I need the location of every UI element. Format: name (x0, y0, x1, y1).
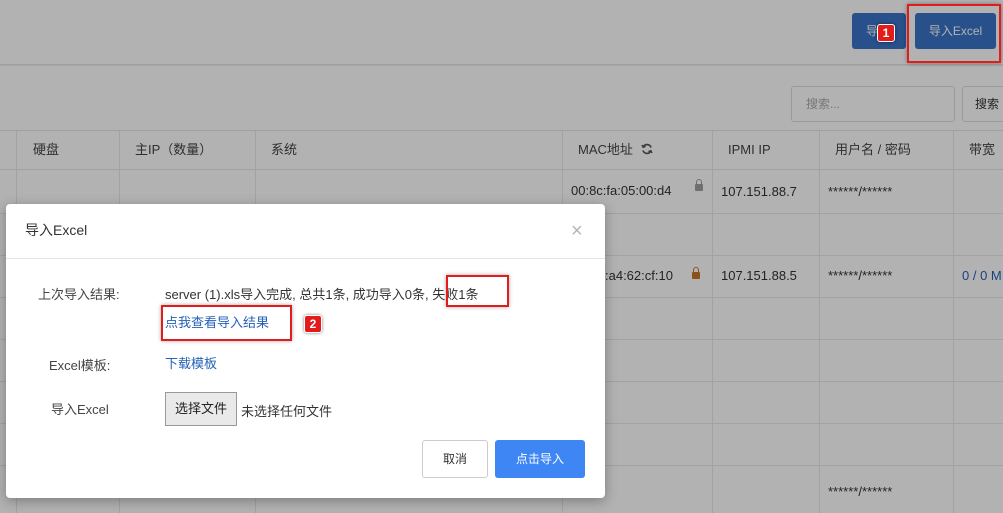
no-file-text: 未选择任何文件 (241, 404, 333, 419)
highlight-box-import-excel (907, 4, 1001, 63)
last-result-label: 上次导入结果: (38, 287, 120, 302)
highlight-box-view-result (161, 305, 292, 341)
import-excel-dialog: 导入Excel × 上次导入结果: server (1).xls导入完成, 总共… (6, 204, 605, 498)
choose-file-button[interactable]: 选择文件 (165, 392, 237, 426)
last-result-text: server (1).xls导入完成, 总共1条, 成功导入0条, 失败1条 (165, 284, 478, 303)
close-icon[interactable]: × (571, 221, 583, 241)
highlight-box-failed (446, 275, 509, 307)
cancel-button[interactable]: 取消 (422, 440, 488, 478)
template-label: Excel模板: (49, 358, 111, 373)
download-template-link[interactable]: 下载模板 (165, 353, 217, 372)
submit-import-button[interactable]: 点击导入 (495, 440, 585, 478)
dialog-title: 导入Excel (25, 222, 88, 238)
import-file-label: 导入Excel (51, 402, 109, 417)
last-result-summary: server (1).xls导入完成, 总共1条, 成功导入0条, (165, 287, 433, 302)
dialog-header: 导入Excel × (6, 204, 605, 259)
step-marker-2: 2 (304, 315, 322, 333)
step-marker-1: 1 (877, 24, 895, 42)
